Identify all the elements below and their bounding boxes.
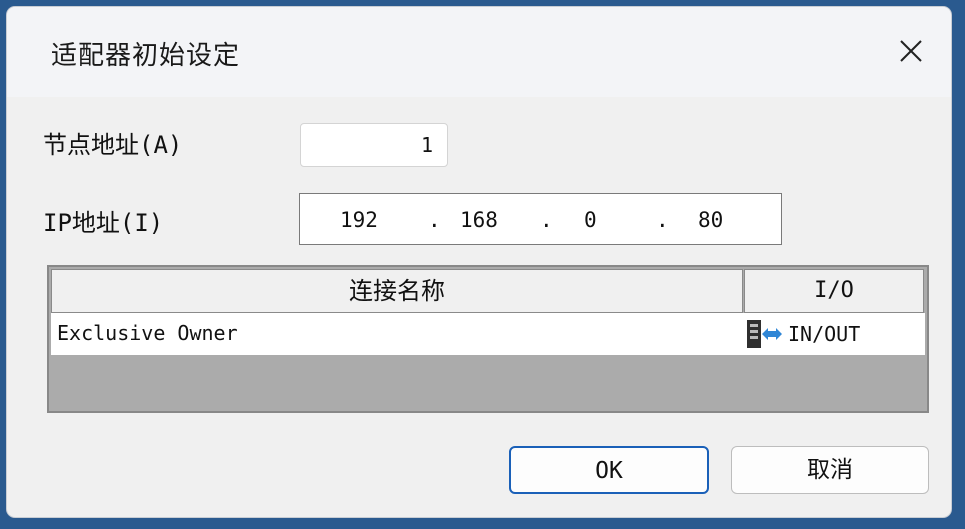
- ip-separator: .: [540, 208, 553, 232]
- io-type-label: IN/OUT: [788, 322, 861, 346]
- adapter-settings-dialog: 适配器初始设定 节点地址(A) 1 IP地址(I) 192 . 168 . 0 …: [7, 7, 951, 517]
- ip-octet-3[interactable]: 0: [584, 208, 597, 232]
- io-cell: IN/OUT: [746, 313, 860, 355]
- ip-octet-4[interactable]: 80: [698, 208, 723, 232]
- dialog-title: 适配器初始设定: [51, 41, 241, 71]
- in-out-icon: [747, 320, 782, 348]
- column-header-connection-name[interactable]: 连接名称: [51, 269, 743, 313]
- close-button[interactable]: [889, 29, 933, 73]
- title-bar: 适配器初始设定: [7, 7, 951, 97]
- cancel-button[interactable]: 取消: [731, 446, 929, 494]
- table-row[interactable]: Exclusive Owner IN/OUT: [51, 313, 925, 355]
- column-header-io[interactable]: I/O: [744, 269, 924, 313]
- close-icon: [900, 40, 922, 62]
- ip-octet-2[interactable]: 168: [460, 208, 498, 232]
- ok-button[interactable]: OK: [509, 446, 709, 494]
- ip-octet-1[interactable]: 192: [340, 208, 378, 232]
- connection-table: 连接名称 I/O Exclusive Owner IN/OUT: [47, 265, 929, 413]
- ip-address-field[interactable]: 192 . 168 . 0 . 80: [299, 193, 782, 245]
- node-address-label: 节点地址(A): [43, 131, 183, 159]
- connection-name-cell: Exclusive Owner: [57, 321, 238, 345]
- ip-address-label: IP地址(I): [43, 209, 164, 237]
- node-address-input[interactable]: 1: [300, 123, 448, 167]
- ip-separator: .: [656, 208, 669, 232]
- ip-separator: .: [428, 208, 441, 232]
